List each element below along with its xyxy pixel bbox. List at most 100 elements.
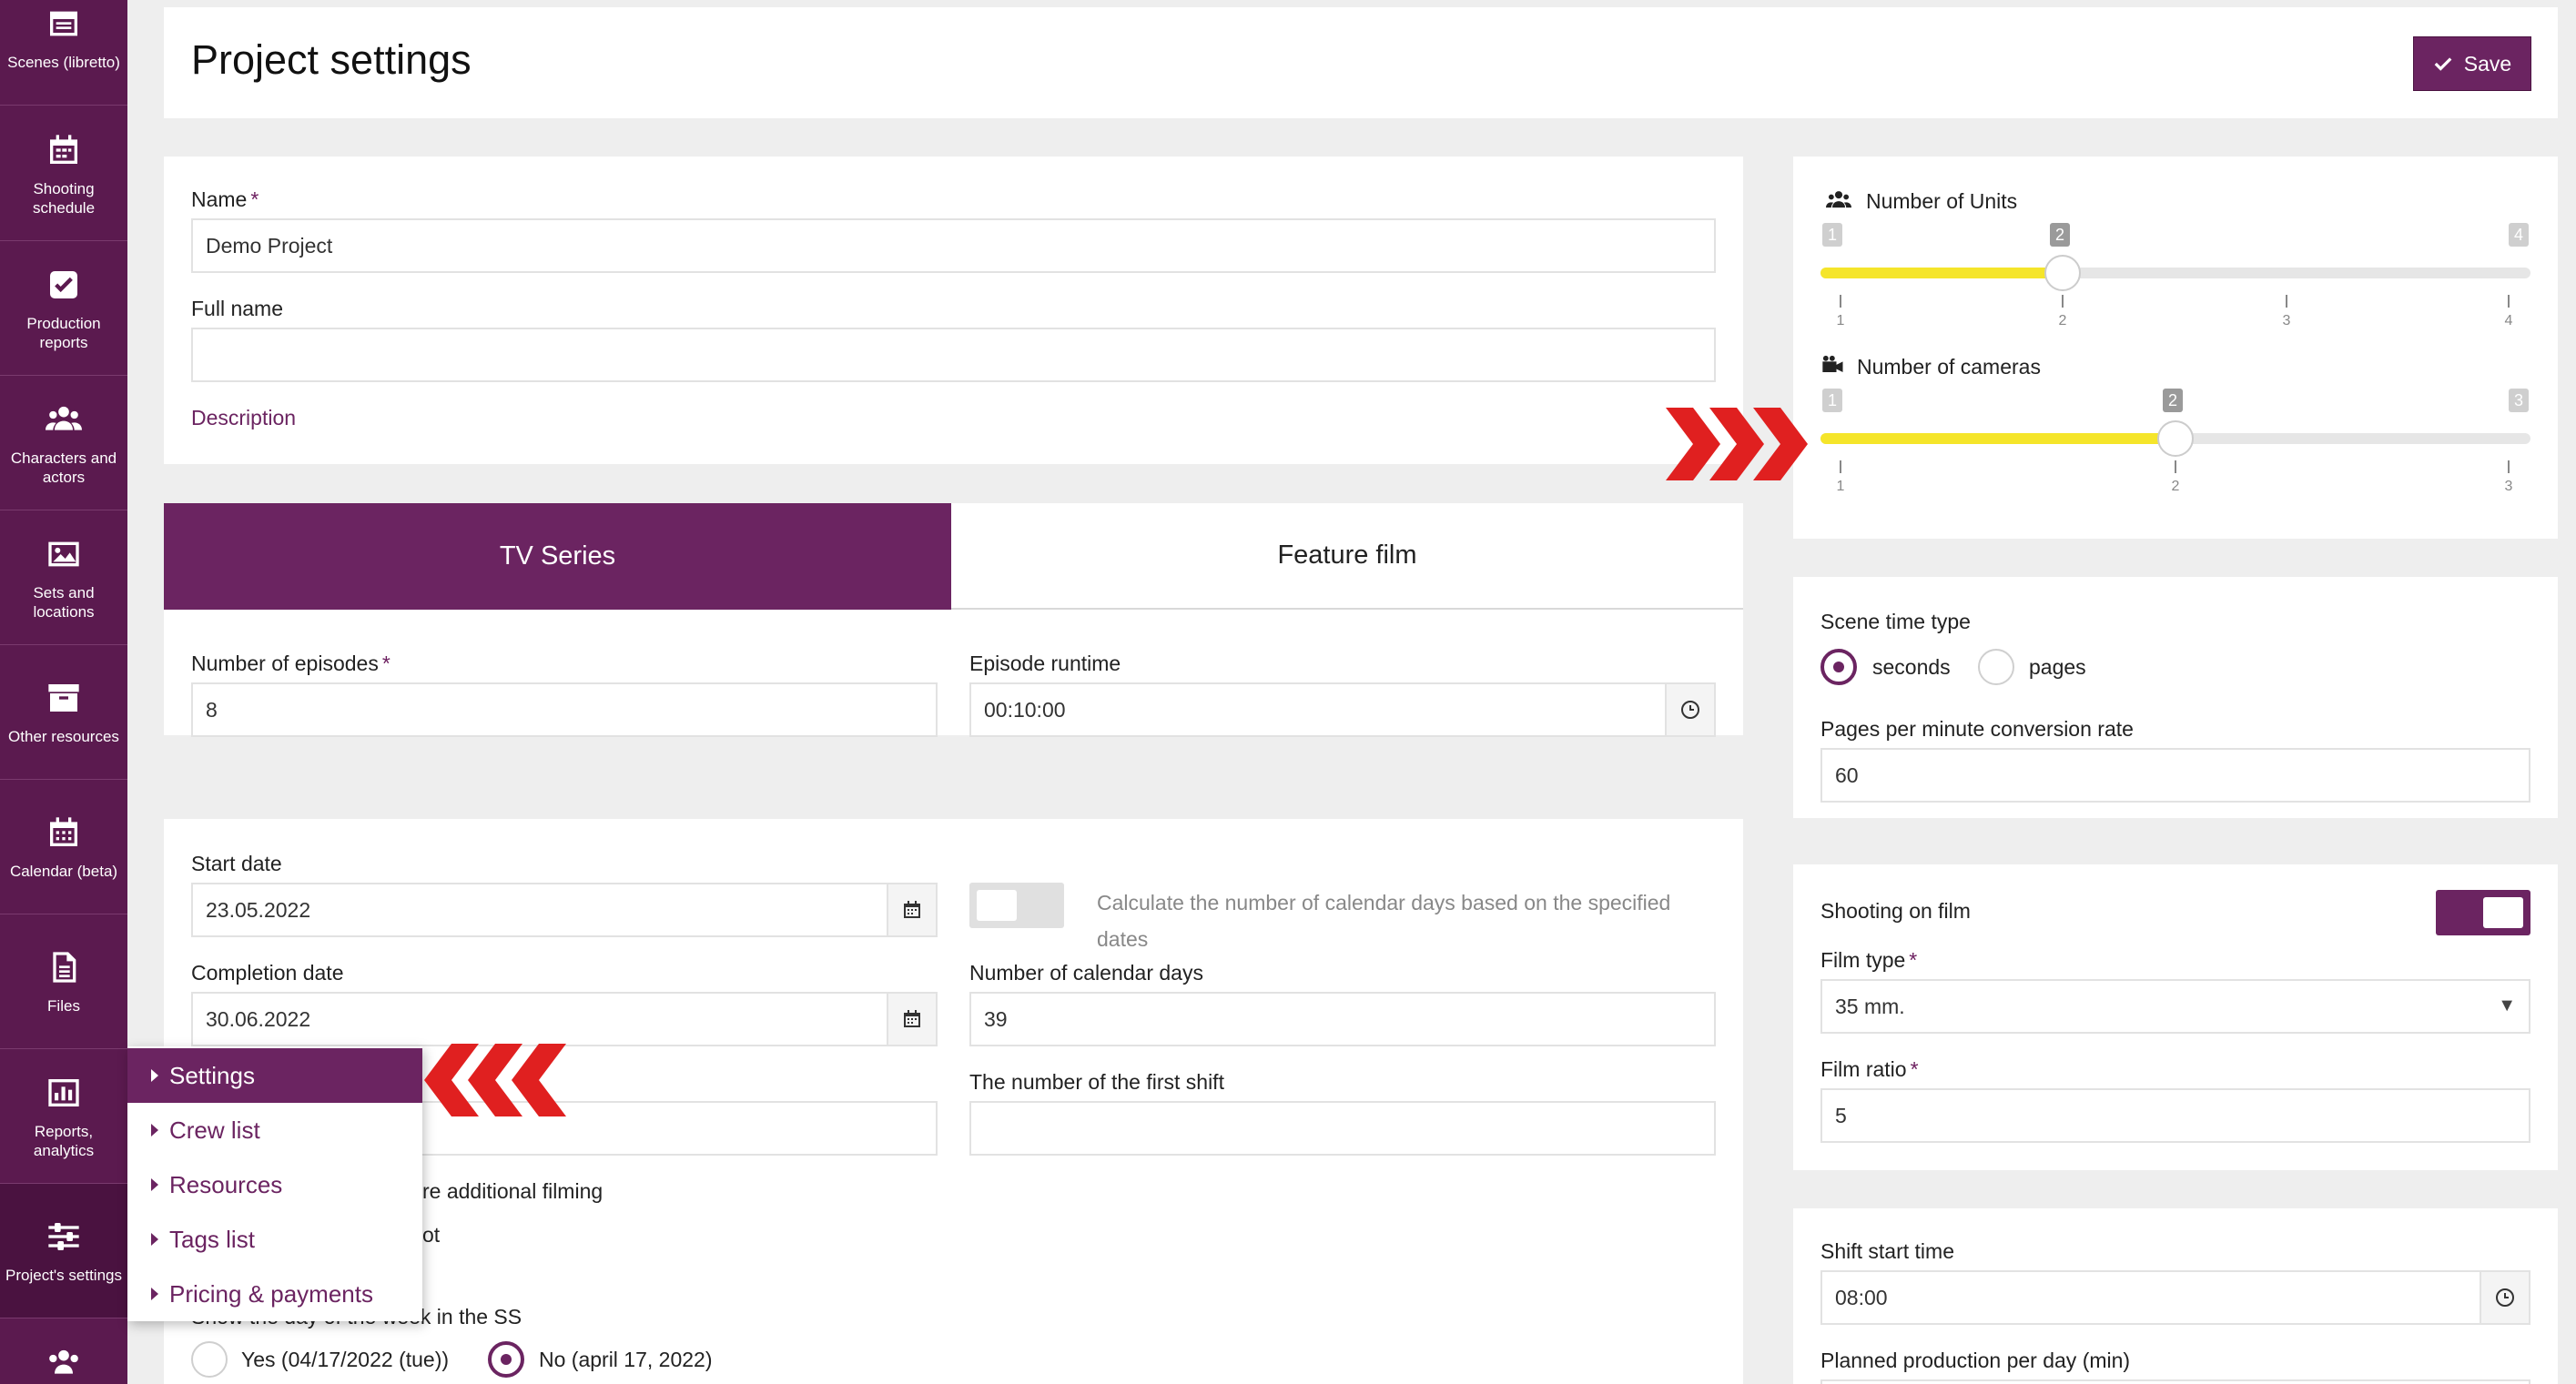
- caret-right-icon: [151, 1124, 158, 1136]
- sidebar-item-characters[interactable]: Characters and actors: [0, 376, 127, 510]
- runtime-input[interactable]: 00:10:00: [969, 682, 1716, 737]
- sidebar-item-sets-locations[interactable]: Sets and locations: [0, 510, 127, 645]
- caret-right-icon: [151, 1288, 158, 1300]
- cameras-min-badge: 1: [1822, 389, 1843, 412]
- units-current-badge: 2: [2050, 223, 2071, 247]
- calendar-addon[interactable]: [887, 992, 938, 1046]
- menu-item-crew-list[interactable]: Crew list: [127, 1103, 422, 1157]
- header-bar: [164, 7, 2558, 118]
- menu-item-label: Settings: [169, 1061, 255, 1089]
- calendar-addon[interactable]: [887, 883, 938, 937]
- episodes-label: Number of episodes *: [191, 652, 390, 675]
- check-icon: [2434, 57, 2452, 71]
- pointer-arrow-left-icon: [421, 1044, 566, 1121]
- scene-time-label: Scene time type: [1820, 610, 1971, 633]
- menu-item-label: Pricing & payments: [169, 1279, 373, 1308]
- sidebar-item-label: Calendar (beta): [9, 863, 118, 880]
- sidebar-item-files[interactable]: Files: [0, 914, 127, 1049]
- clock-addon[interactable]: [2480, 1270, 2530, 1325]
- scene-time-seconds-label: seconds: [1872, 655, 1951, 679]
- menu-item-tags-list[interactable]: Tags list: [127, 1212, 422, 1267]
- cameras-tick: 1: [1831, 460, 1850, 495]
- start-date-value: 23.05.2022: [206, 897, 311, 922]
- tab-feature-film[interactable]: Feature film: [951, 503, 1743, 610]
- save-label: Save: [2463, 51, 2512, 76]
- chevron-down-icon: ▼: [2498, 995, 2516, 1015]
- sidebar-item-scenes[interactable]: Scenes (libretto): [0, 0, 127, 106]
- conversion-rate-label: Pages per minute conversion rate: [1820, 717, 2134, 741]
- conversion-rate-input[interactable]: 60: [1820, 748, 2530, 803]
- units-tick: 4: [2500, 295, 2518, 329]
- clock-icon: [2496, 1288, 2514, 1307]
- completion-date-label: Completion date: [191, 961, 344, 985]
- start-date-input[interactable]: 23.05.2022: [191, 883, 938, 937]
- sidebar-item-other-resources[interactable]: Other resources: [0, 645, 127, 780]
- menu-item-label: Crew list: [169, 1116, 260, 1144]
- name-label: Name *: [191, 187, 259, 211]
- units-slider-fill: [1820, 268, 2063, 278]
- save-button[interactable]: Save: [2413, 36, 2531, 91]
- calendar-grid-icon: [44, 130, 84, 170]
- scene-time-pages-radio[interactable]: [1978, 649, 2014, 685]
- units-tick: 3: [2277, 295, 2296, 329]
- fullname-input[interactable]: [191, 328, 1716, 382]
- cameras-slider-handle[interactable]: [2157, 420, 2194, 457]
- description-link[interactable]: Description: [191, 406, 296, 430]
- sidebar-item-label: Shooting schedule: [32, 179, 96, 217]
- shooting-on-film-toggle[interactable]: [2436, 890, 2530, 935]
- planned-production-input[interactable]: [1820, 1379, 2530, 1384]
- weekday-no-radio[interactable]: [488, 1341, 524, 1378]
- name-input[interactable]: Demo Project: [191, 218, 1716, 273]
- tab-tv-series[interactable]: TV Series: [164, 503, 951, 610]
- calc-days-toggle[interactable]: [969, 883, 1064, 928]
- calendar-icon: [44, 813, 84, 853]
- weekday-yes-radio[interactable]: [191, 1341, 228, 1378]
- caret-right-icon: [151, 1178, 158, 1191]
- sidebar-item-more[interactable]: [0, 1318, 127, 1384]
- first-shift-label: The number of the first shift: [969, 1070, 1224, 1094]
- episodes-input[interactable]: 8: [191, 682, 938, 737]
- sidebar-item-reports-analytics[interactable]: Reports, analytics: [0, 1049, 127, 1184]
- toggle-knob: [2483, 897, 2523, 928]
- calc-days-text: Calculate the number of calendar days ba…: [1097, 891, 1671, 951]
- menu-item-resources[interactable]: Resources: [127, 1157, 422, 1212]
- first-shift-input[interactable]: [969, 1101, 1716, 1156]
- completion-date-input[interactable]: 30.06.2022: [191, 992, 938, 1046]
- sidebar-item-shooting-schedule[interactable]: Shooting schedule: [0, 106, 127, 241]
- film-ratio-input[interactable]: 5: [1820, 1088, 2530, 1143]
- film-ratio-label: Film ratio *: [1820, 1057, 1919, 1081]
- clock-addon[interactable]: [1665, 682, 1716, 737]
- caret-right-icon: [151, 1069, 158, 1082]
- calendar-icon: [904, 901, 920, 918]
- sidebar-item-label: Files: [47, 997, 80, 1015]
- menu-item-pricing-payments[interactable]: Pricing & payments: [127, 1267, 422, 1321]
- sidebar-item-label: Sets and locations: [33, 583, 95, 621]
- film-type-select[interactable]: 35 mm. ▼: [1820, 979, 2530, 1034]
- users-icon: [44, 399, 84, 439]
- cameras-max-badge: 3: [2509, 389, 2530, 412]
- units-slider-handle[interactable]: [2044, 255, 2081, 291]
- cameras-label: Number of cameras: [1857, 355, 2041, 379]
- pointer-arrow-right-icon: [1666, 408, 1811, 485]
- menu-item-settings[interactable]: Settings: [127, 1048, 422, 1103]
- users-icon: [44, 1343, 84, 1383]
- fullname-label: Full name: [191, 297, 283, 320]
- sidebar-item-project-settings[interactable]: Project's settings: [0, 1184, 127, 1318]
- sidebar-item-label: Reports, analytics: [33, 1122, 95, 1159]
- completion-date-value: 30.06.2022: [206, 1006, 311, 1031]
- units-label: Number of Units: [1866, 189, 2018, 213]
- additional-filming-text: re additional filming: [422, 1179, 603, 1203]
- settings-submenu: Settings Crew list Resources Tags list P…: [127, 1046, 422, 1321]
- shooting-on-film-label: Shooting on film: [1820, 899, 1971, 923]
- scene-time-seconds-radio[interactable]: [1820, 649, 1857, 685]
- clapperboard-icon: [44, 4, 84, 44]
- calendar-days-input[interactable]: 39: [969, 992, 1716, 1046]
- general-card: [164, 157, 1743, 464]
- sidebar-item-calendar[interactable]: Calendar (beta): [0, 780, 127, 914]
- shift-start-input[interactable]: 08:00: [1820, 1270, 2530, 1325]
- sidebar-item-production-reports[interactable]: Production reports: [0, 241, 127, 376]
- film-type-value: 35 mm.: [1835, 994, 1905, 1018]
- calendar-icon: [904, 1010, 920, 1027]
- film-type-label: Film type *: [1820, 948, 1918, 972]
- units-min-badge: 1: [1822, 223, 1843, 247]
